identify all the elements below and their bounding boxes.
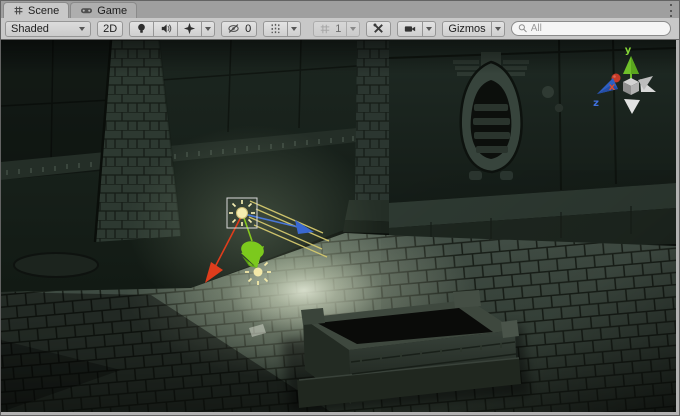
effects-sparkle-icon (183, 22, 196, 35)
lightbulb-icon (135, 22, 148, 35)
hidden-count: 0 (245, 23, 251, 35)
window-menu-kebab-icon[interactable] (667, 3, 675, 18)
scene-grid-icon (13, 5, 24, 16)
2d-label: 2D (103, 23, 117, 35)
effects-toggle-button[interactable] (178, 21, 202, 37)
eye-slash-icon (227, 22, 241, 35)
scene-search-field[interactable] (511, 21, 671, 36)
wall-boss (555, 104, 563, 112)
chevron-down-icon (426, 27, 432, 31)
camera-icon (403, 23, 417, 35)
draw-mode-label: Shaded (11, 23, 49, 35)
chevron-down-icon (291, 27, 297, 31)
lighting-toggle-button[interactable] (129, 21, 154, 37)
snap-dropdown-button[interactable] (347, 21, 360, 37)
axis-z-label: z (593, 98, 599, 109)
axis-x-label: x (609, 82, 616, 93)
ceiling-shadow (1, 40, 676, 74)
game-gamepad-icon (80, 5, 93, 16)
scene-view-window: Scene Game Shaded 2D (0, 0, 680, 416)
effects-dropdown-button[interactable] (202, 21, 215, 37)
search-input[interactable] (531, 23, 664, 34)
tab-scene[interactable]: Scene (3, 2, 69, 18)
audio-speaker-icon (159, 22, 172, 35)
chevron-down-icon (350, 27, 356, 31)
tools-wrench-icon (372, 22, 385, 35)
search-magnifier-icon (518, 23, 528, 34)
scene-visibility-toggle[interactable]: 0 (221, 21, 257, 37)
chevron-down-icon (79, 27, 85, 31)
axis-y-label: y (625, 45, 632, 56)
tab-game[interactable]: Game (70, 2, 137, 18)
wall-boss (542, 86, 554, 98)
grid-visibility-toggle[interactable] (263, 21, 288, 37)
grid-dropdown-button[interactable] (288, 21, 301, 37)
camera-dropdown-button[interactable] (423, 21, 436, 37)
2d-toggle-button[interactable]: 2D (97, 21, 123, 37)
grid-columns-icon (269, 22, 282, 35)
camera-settings-button[interactable] (397, 21, 423, 37)
snap-value: 1 (335, 23, 341, 35)
point-light-wall-glow (128, 125, 378, 325)
snap-increment-button[interactable]: 1 (313, 21, 347, 37)
tab-scene-label: Scene (28, 5, 59, 17)
scene-toolbar: Shaded 2D (1, 18, 679, 40)
draw-mode-dropdown[interactable]: Shaded (5, 21, 91, 37)
gizmos-label: Gizmos (448, 23, 485, 35)
tab-bar: Scene Game (1, 1, 679, 18)
snap-grid-icon (319, 23, 331, 35)
gizmos-button[interactable]: Gizmos (442, 21, 491, 37)
scene-viewport[interactable]: y x z (1, 40, 676, 412)
chevron-down-icon (495, 27, 501, 31)
audio-toggle-button[interactable] (154, 21, 178, 37)
wall-carving (14, 253, 98, 277)
chevron-down-icon (205, 27, 211, 31)
tab-game-label: Game (97, 5, 127, 17)
gizmos-dropdown-button[interactable] (492, 21, 505, 37)
tools-button[interactable] (366, 21, 391, 37)
